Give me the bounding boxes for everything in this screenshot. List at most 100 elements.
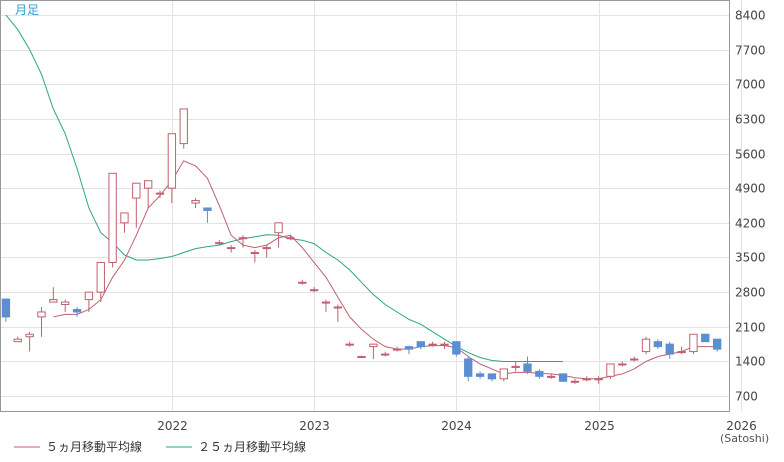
candle-body bbox=[712, 338, 722, 350]
candle-body bbox=[262, 247, 271, 250]
candle-body bbox=[333, 306, 343, 309]
candle-body bbox=[96, 261, 105, 293]
candle-body bbox=[321, 301, 331, 304]
candle bbox=[132, 182, 141, 228]
y-axis: 700 1400 2100 2800 3500 4200 4900 5600 6300 7000 7… bbox=[735, 9, 766, 404]
candle-body bbox=[535, 370, 544, 377]
candle bbox=[665, 341, 674, 360]
candle bbox=[511, 361, 520, 372]
candle bbox=[49, 287, 58, 303]
candle-body bbox=[167, 133, 177, 189]
y-tick-label: 6300 bbox=[735, 113, 766, 127]
x-tick-label: 2022 bbox=[157, 419, 188, 433]
candle bbox=[298, 279, 307, 285]
candle bbox=[487, 373, 497, 382]
candle bbox=[37, 307, 46, 337]
legend-ma25-label: ２５ヵ月移動平均線 bbox=[198, 439, 306, 454]
candle-body bbox=[61, 301, 70, 306]
candle-body bbox=[558, 373, 568, 382]
candle bbox=[72, 307, 82, 317]
candle-body bbox=[641, 338, 651, 353]
candle-body bbox=[120, 212, 129, 224]
candle bbox=[440, 341, 449, 350]
candle-body bbox=[1, 298, 11, 318]
candle bbox=[712, 338, 722, 352]
candle-body bbox=[298, 281, 307, 284]
candle bbox=[535, 368, 544, 379]
candle-body bbox=[452, 341, 461, 355]
candle bbox=[499, 368, 508, 382]
candle bbox=[582, 376, 591, 382]
candle-body bbox=[582, 378, 591, 381]
candle bbox=[321, 299, 331, 312]
candle-body bbox=[416, 341, 425, 348]
period-label: 月足 bbox=[15, 3, 39, 17]
candle-body bbox=[238, 237, 248, 240]
candle bbox=[1, 298, 11, 322]
candle-body bbox=[49, 299, 58, 303]
candle-body bbox=[701, 333, 710, 343]
candle-body bbox=[677, 351, 686, 354]
candle bbox=[167, 133, 177, 204]
candle bbox=[203, 207, 212, 223]
y-tick-label: 8400 bbox=[735, 9, 766, 23]
x-tick-label: 2025 bbox=[584, 419, 615, 433]
candle bbox=[250, 250, 260, 263]
candle bbox=[594, 376, 603, 384]
candle bbox=[523, 356, 532, 374]
candle-body bbox=[428, 343, 437, 346]
candle-body bbox=[309, 289, 319, 292]
candle bbox=[404, 345, 414, 355]
ma5-line bbox=[53, 160, 718, 380]
candle-body bbox=[345, 343, 354, 346]
candle bbox=[309, 287, 319, 293]
candle bbox=[452, 341, 461, 357]
candle-body bbox=[274, 222, 283, 234]
y-tick-label: 3500 bbox=[735, 251, 766, 265]
candle-body bbox=[250, 252, 260, 255]
candle-body bbox=[369, 343, 378, 348]
y-tick-label: 5600 bbox=[735, 148, 766, 162]
candle bbox=[357, 355, 366, 359]
candle bbox=[381, 351, 390, 357]
candle-body bbox=[108, 172, 117, 263]
candle bbox=[226, 245, 236, 253]
candle-body bbox=[155, 192, 165, 195]
candle-body bbox=[487, 373, 497, 380]
candle-body bbox=[404, 346, 414, 350]
candle bbox=[701, 333, 710, 343]
y-tick-label: 4900 bbox=[735, 182, 766, 196]
candle-body bbox=[37, 311, 46, 318]
candle-body bbox=[226, 247, 236, 250]
candle-body bbox=[440, 343, 449, 346]
candle bbox=[120, 212, 129, 233]
x-tick-label: 2023 bbox=[299, 419, 330, 433]
candle bbox=[653, 339, 663, 350]
candle bbox=[618, 361, 627, 367]
candle-body bbox=[215, 242, 224, 245]
candle bbox=[689, 333, 698, 355]
candles bbox=[1, 108, 722, 384]
candle bbox=[558, 373, 568, 382]
candle bbox=[108, 172, 117, 268]
y-tick-label: 7000 bbox=[735, 78, 766, 92]
candle bbox=[570, 378, 580, 384]
candle-body bbox=[13, 338, 22, 343]
candle-body bbox=[392, 348, 402, 351]
candle bbox=[13, 336, 22, 343]
x-tick-label: 2024 bbox=[441, 419, 472, 433]
candle-body bbox=[25, 333, 34, 338]
candle bbox=[475, 371, 485, 379]
candle-body bbox=[523, 363, 532, 372]
candle-body bbox=[72, 308, 82, 313]
candle-body bbox=[475, 373, 485, 377]
candle bbox=[345, 341, 354, 347]
candle bbox=[179, 108, 188, 149]
candle-body bbox=[143, 180, 153, 189]
candle bbox=[96, 261, 105, 303]
legend-ma5: ５ヵ月移動平均線 bbox=[14, 439, 142, 454]
candle bbox=[606, 363, 615, 379]
candle-body bbox=[689, 333, 698, 353]
candle-body bbox=[286, 237, 295, 240]
candle-body bbox=[132, 182, 141, 199]
